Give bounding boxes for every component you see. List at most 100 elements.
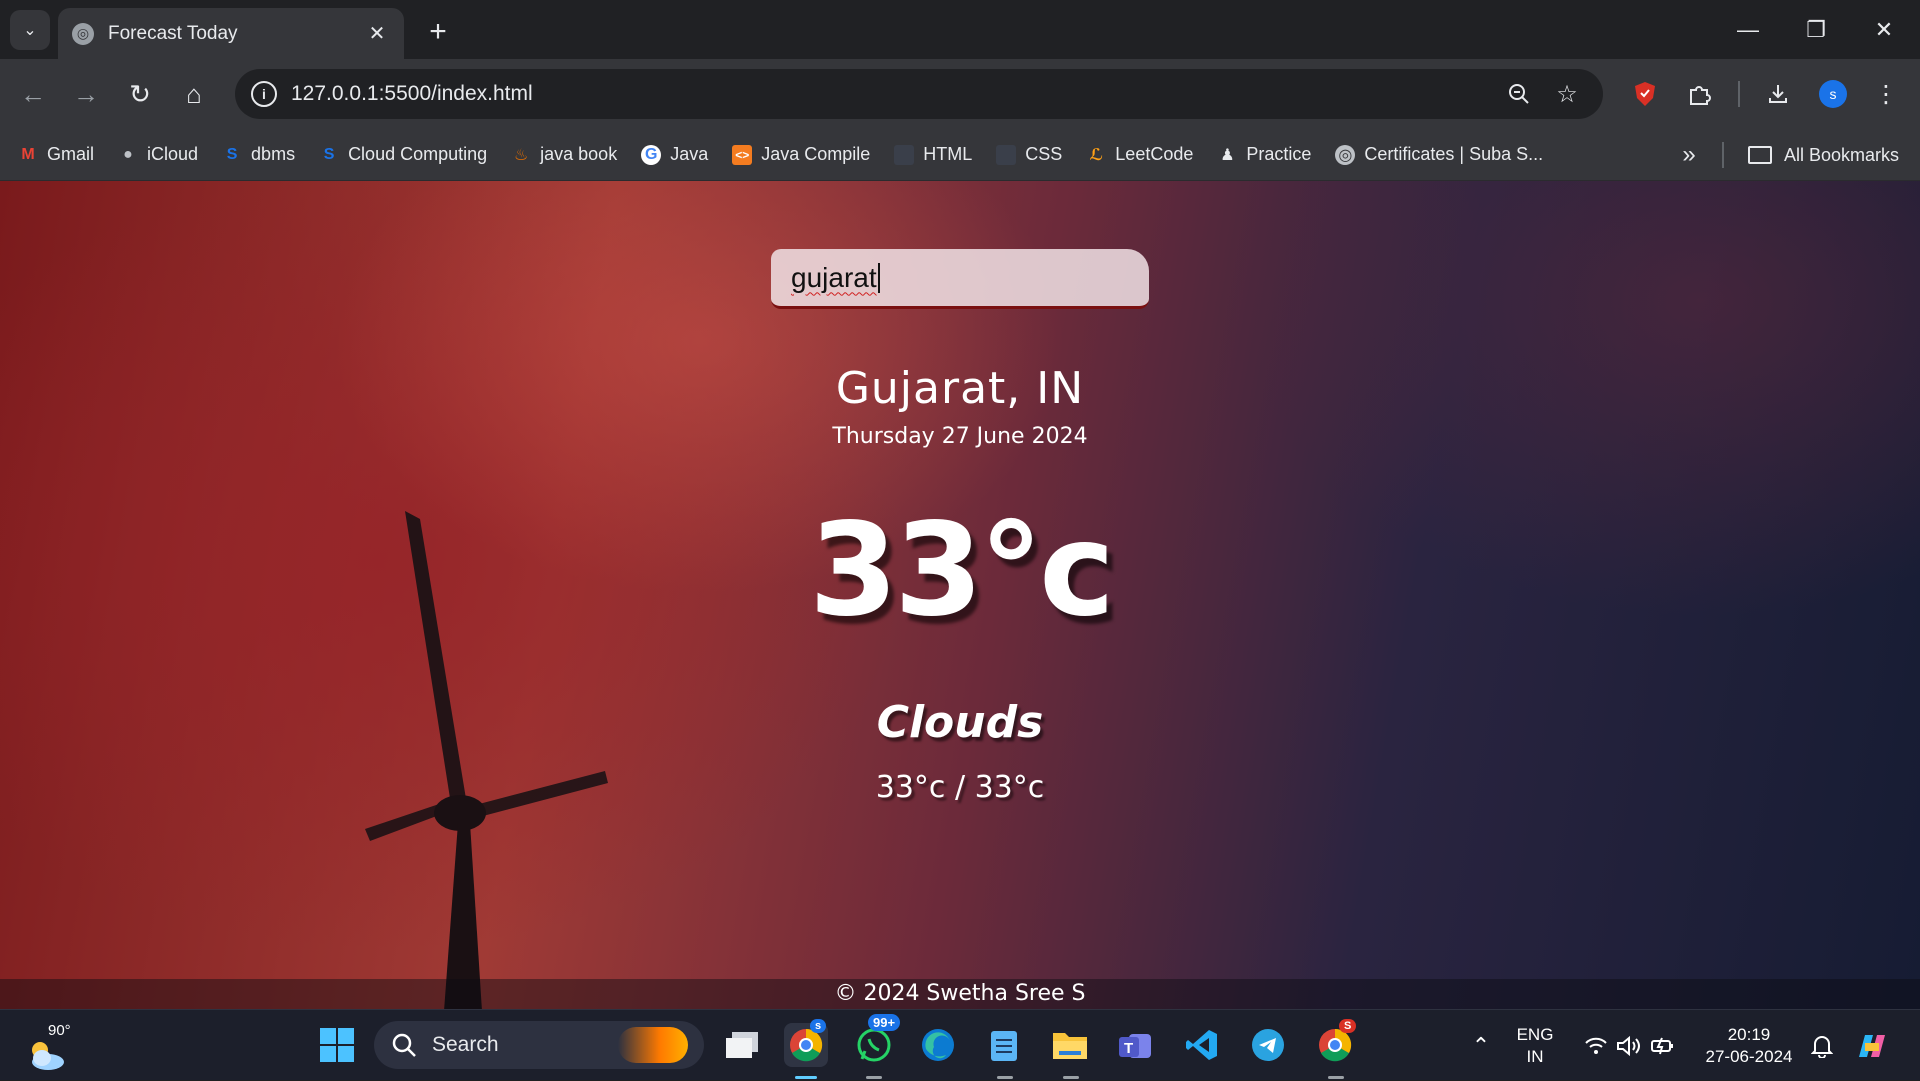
more-bookmarks-icon[interactable]: » — [1673, 139, 1705, 171]
tab-search-button[interactable]: ⌄ — [10, 10, 50, 50]
running-indicator — [1328, 1076, 1344, 1079]
search-label: Search — [432, 1033, 499, 1056]
url-text[interactable]: 127.0.0.1:5500/index.html — [291, 82, 1491, 106]
clock-date: 27-06-2024 — [1705, 1046, 1793, 1066]
bookmark-gmail[interactable]: M Gmail — [18, 144, 94, 165]
battery-charging-icon[interactable] — [1646, 1010, 1680, 1081]
close-tab-icon[interactable]: ✕ — [364, 21, 390, 47]
chrome-profile2-badge: S — [1339, 1019, 1357, 1033]
bookmark-certificates[interactable]: ◎ Certificates | Suba S... — [1335, 144, 1543, 165]
bookmark-practice[interactable]: ♟ Practice — [1217, 144, 1311, 165]
toolbar-separator — [1738, 81, 1740, 107]
bookmark-star-icon[interactable]: ☆ — [1547, 74, 1587, 114]
css-icon — [996, 144, 1017, 165]
vscode-icon[interactable] — [1180, 1023, 1224, 1067]
apple-icon: ● — [123, 145, 133, 163]
weather-widget[interactable]: 90° — [26, 1022, 71, 1070]
minimize-button[interactable]: — — [1720, 10, 1776, 50]
text-caret — [877, 262, 880, 293]
svg-text:T: T — [1124, 1040, 1133, 1057]
browser-toolbar: ← → ↻ ⌂ i 127.0.0.1:5500/index.html ☆ s … — [0, 59, 1920, 129]
copilot-icon[interactable] — [1852, 1010, 1892, 1081]
file-explorer-icon[interactable] — [1048, 1023, 1092, 1067]
running-indicator — [795, 1076, 817, 1079]
weather-condition: Clouds — [876, 697, 1044, 748]
language-indicator[interactable]: ENG IN — [1510, 1010, 1560, 1081]
java-icon: ♨ — [513, 146, 529, 164]
wifi-icon[interactable] — [1578, 1010, 1614, 1081]
bookmark-label: iCloud — [147, 144, 199, 164]
whatsapp-icon[interactable]: 99+ — [852, 1014, 901, 1067]
telegram-icon[interactable] — [1246, 1023, 1290, 1067]
bookmark-java-compile[interactable]: <> Java Compile — [732, 144, 870, 165]
bookmark-label: dbms — [251, 144, 296, 164]
notepad-icon[interactable] — [982, 1023, 1026, 1067]
bookmark-dbms[interactable]: S dbms — [222, 144, 295, 165]
language-code: ENG — [1516, 1024, 1554, 1044]
task-view-icon[interactable] — [720, 1023, 764, 1067]
windows-start-icon[interactable] — [315, 1023, 359, 1067]
search-input-value[interactable]: gujarat — [791, 262, 877, 294]
taskbar-search-box[interactable]: Search — [374, 1021, 704, 1069]
leetcode-icon: ℒ — [1089, 146, 1104, 164]
html-icon — [894, 144, 915, 165]
bookmark-java-book[interactable]: ♨ java book — [511, 144, 617, 165]
cloud-sun-icon — [32, 1042, 64, 1070]
bookmark-css[interactable]: CSS — [996, 144, 1062, 165]
profile-avatar[interactable]: s — [1819, 80, 1847, 108]
city-name: Gujarat, IN — [835, 363, 1085, 414]
back-button[interactable]: ← — [13, 74, 53, 114]
site-info-icon[interactable]: i — [251, 81, 277, 107]
new-tab-button[interactable]: + — [420, 14, 456, 50]
bookmark-icloud[interactable]: ● iCloud — [118, 144, 198, 165]
current-temperature: 33°c — [809, 496, 1115, 645]
current-date: Thursday 27 June 2024 — [832, 424, 1088, 449]
bookmark-html[interactable]: HTML — [894, 144, 972, 165]
bookmark-leetcode[interactable]: ℒ LeetCode — [1086, 144, 1193, 165]
windows-taskbar: 90° Search s 99+ T S ⌃ ENG IN 20:19 27-0… — [0, 1009, 1920, 1080]
edge-icon[interactable] — [916, 1023, 960, 1067]
compiler-icon: <> — [732, 144, 753, 165]
reload-button[interactable]: ↻ — [120, 74, 160, 114]
more-menu-icon[interactable]: ⋮ — [1866, 74, 1906, 114]
chrome-taskbar-icon[interactable]: s — [784, 1019, 828, 1067]
download-icon[interactable] — [1758, 74, 1798, 114]
show-hidden-icons-chevron-icon[interactable]: ⌃ — [1466, 1010, 1496, 1081]
tab-title: Forecast Today — [108, 22, 238, 44]
close-window-button[interactable]: ✕ — [1856, 10, 1912, 50]
home-button[interactable]: ⌂ — [174, 74, 214, 114]
teams-icon[interactable]: T — [1114, 1023, 1158, 1067]
bookmark-label: java book — [540, 144, 618, 164]
bookmark-label: Practice — [1246, 144, 1312, 164]
bookmark-label: Cloud Computing — [348, 144, 488, 164]
all-bookmarks-button[interactable]: All Bookmarks — [1748, 129, 1899, 181]
notification-bell-icon[interactable] — [1806, 1010, 1838, 1081]
running-indicator — [1063, 1076, 1079, 1079]
clock[interactable]: 20:19 27-06-2024 — [1694, 1010, 1804, 1081]
bookmark-java[interactable]: G Java — [641, 144, 708, 165]
whatsapp-badge: 99+ — [868, 1014, 901, 1031]
bookmark-label: Java Compile — [761, 144, 871, 164]
volume-icon[interactable] — [1612, 1010, 1646, 1081]
bookmarks-separator — [1722, 142, 1724, 168]
chevron-down-icon: ⌄ — [23, 22, 37, 39]
city-search-input[interactable]: gujarat — [771, 249, 1149, 309]
google-icon: G — [641, 144, 662, 165]
shield-extension-icon[interactable] — [1625, 74, 1665, 114]
search-icon — [392, 1033, 416, 1057]
running-indicator — [866, 1076, 882, 1079]
active-tab[interactable]: ◎ Forecast Today ✕ — [58, 8, 404, 59]
bookmark-label: Java — [670, 144, 709, 164]
bookmark-cloud-computing[interactable]: S Cloud Computing — [319, 144, 487, 165]
practice-icon: ♟ — [1220, 146, 1235, 164]
all-bookmarks-label: All Bookmarks — [1784, 144, 1900, 165]
page-footer: © 2024 Swetha Sree S — [0, 979, 1920, 1009]
s-logo-icon: S — [323, 145, 335, 163]
restore-button[interactable]: ❐ — [1788, 10, 1844, 50]
extensions-puzzle-icon[interactable] — [1679, 74, 1719, 114]
forward-button[interactable]: → — [66, 74, 106, 114]
zoom-icon[interactable] — [1499, 74, 1539, 114]
high-low-temperature: 33°c / 33°c — [875, 770, 1045, 805]
chrome-profile2-icon[interactable]: S — [1313, 1019, 1357, 1067]
address-bar[interactable]: i 127.0.0.1:5500/index.html ☆ — [235, 69, 1603, 119]
